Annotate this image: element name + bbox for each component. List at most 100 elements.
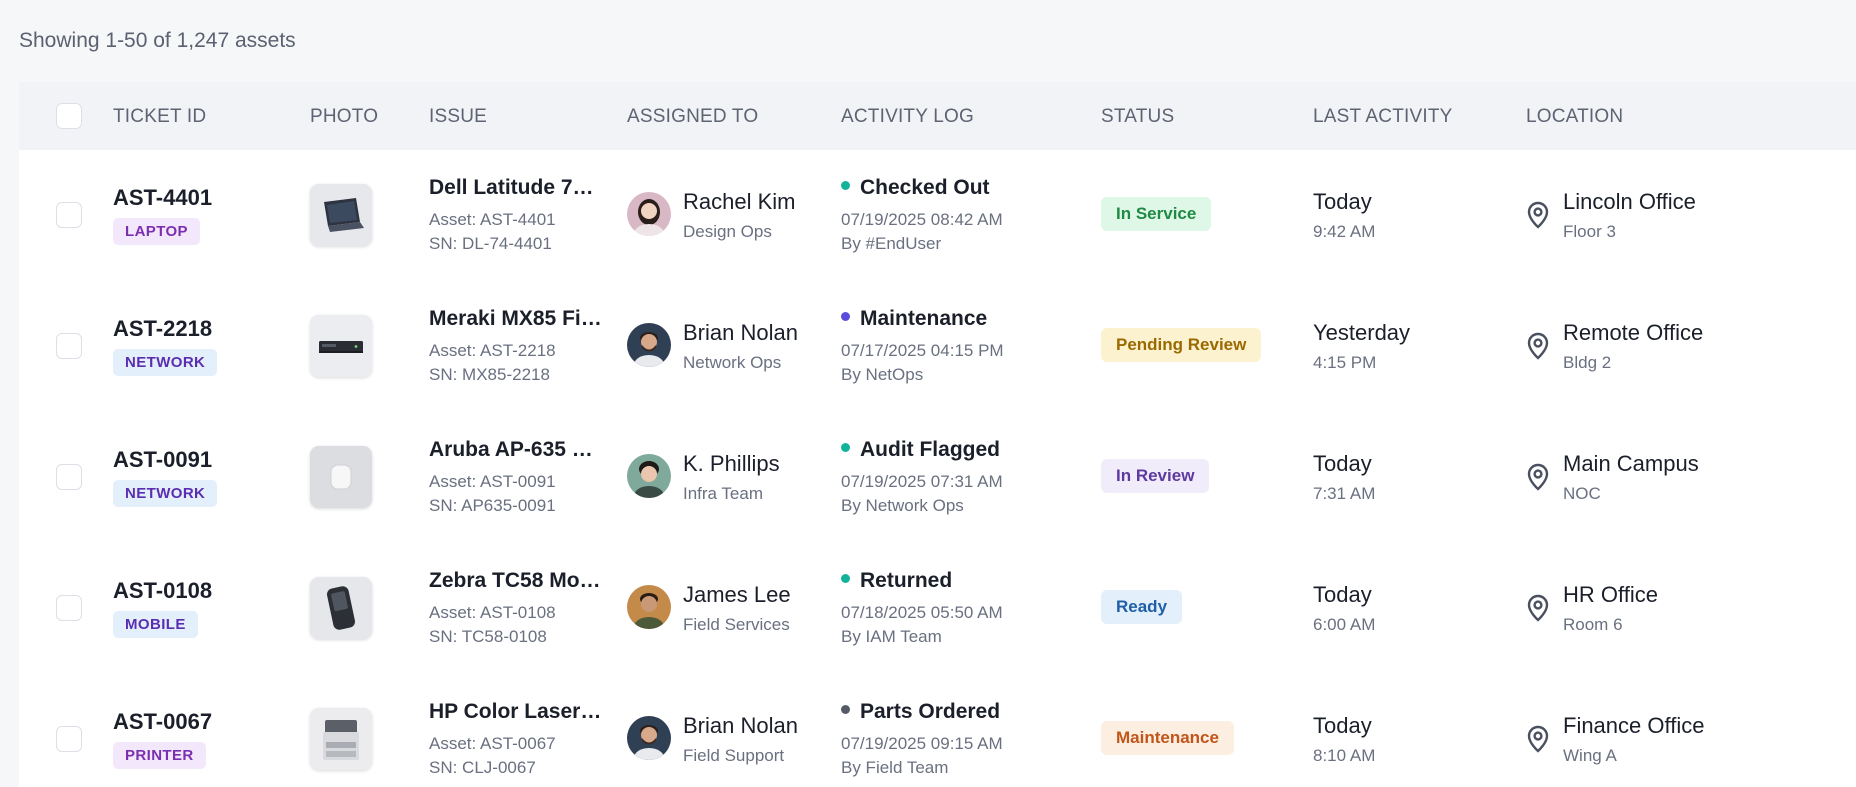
category-tag: MOBILE: [113, 611, 198, 638]
asset-photo[interactable]: [310, 184, 372, 246]
category-tag: NETWORK: [113, 480, 218, 507]
serial-number: SN: TC58-0108: [429, 627, 547, 646]
location-detail: Bldg 2: [1563, 353, 1612, 372]
location-pin-icon: [1526, 463, 1550, 496]
column-header-assigned-to[interactable]: ASSIGNED TO: [627, 106, 758, 128]
ticket-id[interactable]: AST-0108: [113, 578, 212, 604]
activity-event: Parts Ordered: [841, 700, 1000, 724]
assignee-name[interactable]: Rachel Kim: [683, 189, 795, 215]
activity-event-label: Audit Flagged: [860, 438, 1000, 461]
mobile-computer-photo-icon: [310, 577, 372, 639]
last-activity-time: 8:10 AM: [1313, 746, 1376, 765]
table-row[interactable]: AST-2218 NETWORK Meraki MX85 Firewall As…: [19, 281, 1856, 412]
asset-photo[interactable]: [310, 577, 372, 639]
status-cell: In Review: [1101, 459, 1210, 493]
table-row[interactable]: AST-0091 NETWORK Aruba AP-635 Wireless A…: [19, 412, 1856, 543]
asset-photo[interactable]: [310, 708, 372, 770]
ticket-id[interactable]: AST-0091: [113, 447, 212, 473]
activity-timestamp: 07/18/2025 05:50 AM: [841, 603, 1003, 622]
assignee-team: Design Ops: [683, 222, 772, 241]
column-header-status[interactable]: STATUS: [1101, 106, 1174, 128]
assets-table: TICKET ID PHOTO ISSUE ASSIGNED TO ACTIVI…: [19, 82, 1856, 787]
last-activity-day: Yesterday: [1313, 320, 1411, 345]
activity-event: Maintenance: [841, 307, 987, 331]
row-select-checkbox[interactable]: [56, 333, 82, 359]
avatar[interactable]: [627, 716, 671, 760]
select-all-checkbox[interactable]: [56, 103, 82, 129]
activity-timestamp: 07/19/2025 07:31 AM: [841, 472, 1003, 491]
avatar[interactable]: [627, 585, 671, 629]
location-name[interactable]: HR Office: [1563, 582, 1658, 608]
location-pin-icon: [1526, 594, 1550, 627]
activity-dot: [841, 705, 850, 714]
location-detail: NOC: [1563, 484, 1601, 503]
column-header-activity-log[interactable]: ACTIVITY LOG: [841, 106, 974, 128]
status-badge: In Review: [1101, 459, 1210, 493]
column-header-last-activity[interactable]: LAST ACTIVITY: [1313, 106, 1453, 128]
issue-title[interactable]: Meraki MX85 Firewall: [429, 307, 604, 331]
assignee-name[interactable]: K. Phillips: [683, 451, 780, 477]
asset-photo[interactable]: [310, 446, 372, 508]
access-point-photo-icon: [310, 446, 372, 508]
assignee-name[interactable]: James Lee: [683, 582, 791, 608]
table-header: TICKET ID PHOTO ISSUE ASSIGNED TO ACTIVI…: [19, 82, 1856, 150]
ticket-id[interactable]: AST-4401: [113, 185, 212, 211]
last-activity-day: Today: [1313, 713, 1372, 738]
avatar[interactable]: [627, 192, 671, 236]
column-header-issue[interactable]: ISSUE: [429, 106, 487, 128]
row-select-checkbox[interactable]: [56, 726, 82, 752]
issue-title[interactable]: Dell Latitude 7440: [429, 176, 604, 200]
issue-title[interactable]: HP Color LaserJet Pro: [429, 700, 604, 724]
laptop-photo-icon: [310, 184, 372, 246]
location-pin-icon: [1526, 201, 1550, 234]
row-select-checkbox[interactable]: [56, 595, 82, 621]
activity-event-label: Maintenance: [860, 307, 988, 330]
location-name[interactable]: Finance Office: [1563, 713, 1704, 739]
location-detail: Wing A: [1563, 746, 1617, 765]
activity-dot: [841, 574, 850, 583]
location-pin-icon: [1526, 332, 1550, 365]
activity-event: Audit Flagged: [841, 438, 1000, 462]
category-tag-cell: MOBILE: [113, 611, 198, 638]
row-select-checkbox[interactable]: [56, 464, 82, 490]
activity-event-label: Returned: [860, 569, 953, 592]
asset-photo[interactable]: [310, 315, 372, 377]
location-name[interactable]: Lincoln Office: [1563, 189, 1696, 215]
avatar[interactable]: [627, 454, 671, 498]
status-cell: Maintenance: [1101, 721, 1234, 755]
ticket-id[interactable]: AST-2218: [113, 316, 212, 342]
avatar[interactable]: [627, 323, 671, 367]
activity-event: Returned: [841, 569, 952, 593]
activity-timestamp: 07/19/2025 08:42 AM: [841, 210, 1003, 229]
activity-dot: [841, 443, 850, 452]
asset-number: Asset: AST-0067: [429, 734, 556, 753]
activity-event: Checked Out: [841, 176, 990, 200]
last-activity-day: Today: [1313, 189, 1372, 214]
location-name[interactable]: Remote Office: [1563, 320, 1703, 346]
column-header-location[interactable]: LOCATION: [1526, 106, 1623, 128]
activity-timestamp: 07/19/2025 09:15 AM: [841, 734, 1003, 753]
asset-number: Asset: AST-0091: [429, 472, 556, 491]
issue-title[interactable]: Aruba AP-635 Wireless: [429, 438, 604, 462]
assignee-name[interactable]: Brian Nolan: [683, 713, 798, 739]
assignee-team: Infra Team: [683, 484, 764, 503]
serial-number: SN: CLJ-0067: [429, 758, 536, 777]
location-name[interactable]: Main Campus: [1563, 451, 1699, 477]
printer-photo-icon: [310, 708, 372, 770]
activity-actor: By IAM Team: [841, 627, 942, 646]
table-row[interactable]: AST-0108 MOBILE Zebra TC58 Mobile Asset:…: [19, 543, 1856, 674]
location-detail: Room 6: [1563, 615, 1623, 634]
last-activity-time: 7:31 AM: [1313, 484, 1376, 503]
issue-title[interactable]: Zebra TC58 Mobile: [429, 569, 604, 593]
assignee-team: Network Ops: [683, 353, 782, 372]
category-tag: LAPTOP: [113, 218, 200, 245]
table-row[interactable]: AST-0067 PRINTER HP Color LaserJet Pro A…: [19, 674, 1856, 787]
activity-event-label: Parts Ordered: [860, 700, 1001, 723]
ticket-id[interactable]: AST-0067: [113, 709, 212, 735]
asset-number: Asset: AST-2218: [429, 341, 556, 360]
assignee-name[interactable]: Brian Nolan: [683, 320, 798, 346]
column-header-ticket-id[interactable]: TICKET ID: [113, 106, 206, 128]
location-pin-icon: [1526, 725, 1550, 758]
row-select-checkbox[interactable]: [56, 202, 82, 228]
table-row[interactable]: AST-4401 LAPTOP Dell Latitude 7440 Asset…: [19, 150, 1856, 281]
